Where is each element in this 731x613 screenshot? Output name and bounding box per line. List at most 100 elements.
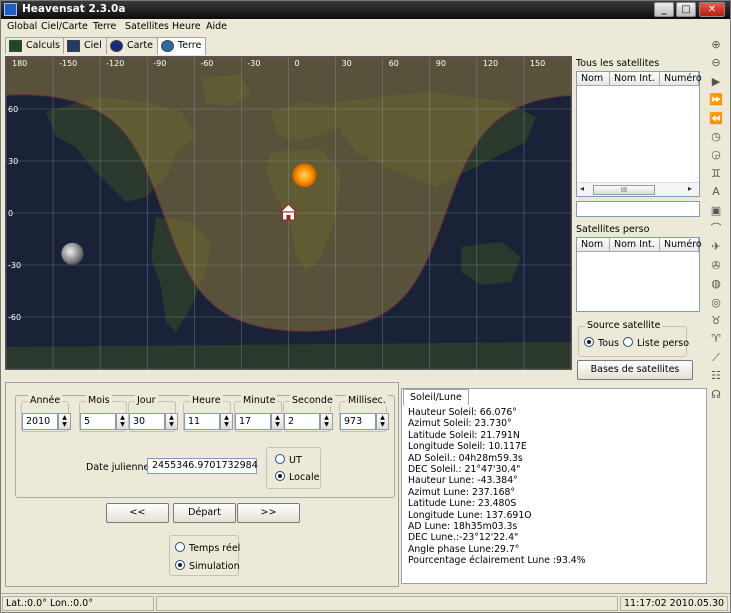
tab-soleil-lune[interactable]: Soleil/Lune (403, 389, 469, 405)
menu-satellites[interactable]: Satellites (125, 21, 169, 32)
menu-bar: Global Ciel/Carte Terre Satellites Heure… (1, 19, 707, 36)
spin-value[interactable]: 30 (129, 413, 165, 430)
column-numero[interactable]: Numéro (660, 238, 702, 252)
satellite-3-icon[interactable]: ☷ (708, 368, 724, 383)
clock-alarm-icon[interactable]: ◶ (708, 147, 724, 162)
column-numero[interactable]: Numéro (660, 72, 702, 86)
clock-icon[interactable]: ◷ (708, 129, 724, 144)
telescope-icon[interactable]: ⟋ (708, 350, 724, 365)
minimize-button[interactable]: _ (654, 2, 674, 17)
spin-input[interactable]: 973 ▲ ▼ (340, 413, 390, 430)
spin-value[interactable]: 2 (284, 413, 320, 430)
simulation-label: Simulation (189, 561, 240, 572)
menu-terre[interactable]: Terre (93, 21, 116, 32)
tab-terre[interactable]: Terre (157, 37, 207, 55)
arc-icon[interactable]: ⌒ (708, 221, 724, 236)
mode-group: Temps réel Simulation (169, 535, 240, 576)
spin-arrows-icon[interactable]: ▲ ▼ (58, 413, 71, 430)
radio-dot (623, 337, 633, 347)
tab-ciel[interactable]: Ciel (63, 37, 107, 54)
perso-satellites-title: Satellites perso (576, 224, 650, 235)
menu-heure[interactable]: Heure (172, 21, 201, 32)
simulation-radio[interactable]: Simulation (175, 560, 240, 572)
ut-radio[interactable]: UT (275, 454, 302, 466)
scroll-left-icon[interactable]: ◂ (580, 184, 584, 193)
globe-grid-icon[interactable]: ◍ (708, 276, 724, 291)
maximize-button[interactable]: □ (676, 2, 696, 17)
play-icon[interactable]: ▶ (708, 74, 724, 89)
tab-calculs[interactable]: Calculs (5, 37, 65, 54)
column-nom-int[interactable]: Nom Int. (610, 238, 660, 252)
previous-button[interactable]: << (106, 503, 169, 523)
date-field-1: Mois 5 ▲ ▼ (79, 395, 130, 432)
spin-value[interactable]: 11 (184, 413, 220, 430)
spin-input[interactable]: 2 ▲ ▼ (284, 413, 334, 430)
satellite-filter-input[interactable] (576, 201, 700, 217)
starmap-icon (110, 40, 123, 52)
spin-value[interactable]: 973 (340, 413, 376, 430)
menu-aide[interactable]: Aide (206, 21, 227, 32)
zoom-in-icon[interactable]: ⊕ (708, 37, 724, 52)
close-button[interactable]: ✕ (699, 2, 725, 17)
depart-button[interactable]: Départ (173, 503, 236, 523)
date-field-label: Millisec. (346, 395, 388, 406)
person-icon[interactable]: ☊ (708, 387, 724, 402)
menu-ciel-carte[interactable]: Ciel/Carte (41, 21, 88, 32)
scroll-right-icon[interactable]: ▸ (688, 184, 692, 193)
tab-terre-label: Terre (178, 40, 202, 51)
sky-icon (67, 40, 80, 52)
sun-moon-info-line: Hauteur Lune: -43.384° (408, 475, 518, 487)
rewind-icon[interactable]: ⏪ (708, 111, 724, 126)
globe-icon (161, 40, 174, 52)
spin-arrows-icon[interactable]: ▲ ▼ (165, 413, 178, 430)
spin-input[interactable]: 11 ▲ ▼ (184, 413, 234, 430)
binoculars-icon[interactable]: ♊ (708, 166, 724, 181)
bases-de-satellites-button[interactable]: Bases de satellites (577, 360, 693, 380)
earth-map-canvas[interactable]: 180 -150 -120 -90 -60 -30 0 30 60 90 120 150 60 30 0 -… (6, 57, 571, 369)
spin-arrows-icon[interactable]: ▲ ▼ (220, 413, 233, 430)
sun-moon-info-line: Latitude Soleil: 21.791N (408, 429, 520, 441)
source-tous-radio[interactable]: Tous (584, 337, 619, 349)
binoculars-2-icon[interactable]: ♉ (708, 313, 724, 328)
window-title: Heavensat 2.3.0a (22, 3, 126, 15)
spin-input[interactable]: 17 ▲ ▼ (235, 413, 285, 430)
lock-icon[interactable]: ▣ (708, 203, 724, 218)
menu-global[interactable]: Global (7, 21, 37, 32)
fast-forward-icon[interactable]: ⏩ (708, 92, 724, 107)
spin-arrows-icon[interactable]: ▲ ▼ (320, 413, 333, 430)
spin-input[interactable]: 30 ▲ ▼ (129, 413, 179, 430)
spin-value[interactable]: 2010 (22, 413, 58, 430)
source-perso-radio[interactable]: Liste perso (623, 337, 689, 349)
perso-satellites-list[interactable]: Nom Nom Int. Numéro (576, 237, 702, 312)
spin-value[interactable]: 5 (80, 413, 116, 430)
next-button[interactable]: >> (237, 503, 300, 523)
spin-input[interactable]: 2010 ▲ ▼ (22, 413, 72, 430)
column-nom[interactable]: Nom (577, 238, 610, 252)
zoom-out-icon[interactable]: ⊖ (708, 55, 724, 70)
radio-dot (275, 454, 285, 464)
locale-radio[interactable]: Locale (275, 471, 319, 483)
spin-arrows-icon[interactable]: ▲ ▼ (376, 413, 389, 430)
all-satellites-list[interactable]: Nom Nom Int. Numéro ◂ III ▸ (576, 71, 702, 197)
status-blank (156, 596, 618, 611)
sun-moon-info-line: Angle phase Lune:29.7° (408, 543, 520, 555)
radio-dot (175, 542, 185, 552)
timezone-group: UT Locale (266, 447, 321, 489)
column-nom-int[interactable]: Nom Int. (610, 72, 660, 86)
satellite-2-icon[interactable]: ✇ (708, 258, 724, 273)
binoculars-3-icon[interactable]: ♈ (708, 331, 724, 346)
temps-reel-radio[interactable]: Temps réel (175, 542, 240, 554)
text-icon[interactable]: A (708, 184, 724, 199)
scroll-thumb[interactable]: III (593, 185, 655, 195)
julian-date-input[interactable]: 2455346.9701732984 (147, 458, 258, 474)
earth-map[interactable]: 180 -150 -120 -90 -60 -30 0 30 60 90 120 150 60 30 0 -… (5, 56, 572, 370)
date-field-label: Jour (135, 395, 158, 406)
radio-dot (175, 560, 185, 570)
column-nom[interactable]: Nom (577, 72, 610, 86)
spin-value[interactable]: 17 (235, 413, 271, 430)
satellite-icon[interactable]: ✈ (708, 239, 724, 254)
tab-carte[interactable]: Carte (106, 37, 158, 54)
spin-input[interactable]: 5 ▲ ▼ (80, 413, 130, 430)
horizontal-scrollbar[interactable]: ◂ III ▸ (577, 182, 699, 196)
globe-grid-2-icon[interactable]: ◎ (708, 295, 724, 310)
